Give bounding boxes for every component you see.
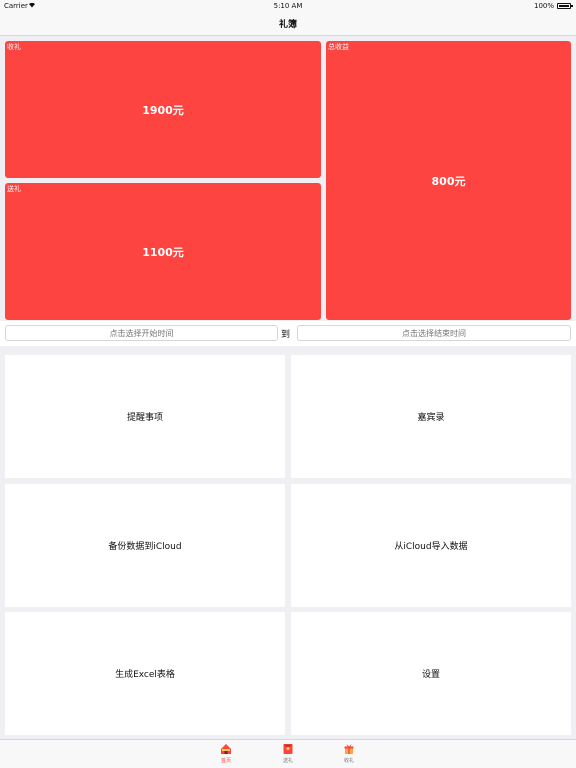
gift-box-icon	[334, 743, 364, 755]
sent-gifts-card[interactable]: 送礼 1100元	[5, 183, 321, 320]
settings-button[interactable]: 设置	[291, 612, 571, 735]
tab-receive-gift[interactable]: 收礼	[334, 743, 364, 767]
tab-home[interactable]: 首页	[211, 743, 241, 767]
section-divider	[0, 346, 576, 350]
status-time: 5:10 AM	[273, 2, 303, 10]
sent-gifts-label: 送礼	[7, 185, 21, 193]
battery-percent: 100%	[533, 2, 554, 10]
received-gifts-amount: 1900元	[142, 103, 184, 117]
export-excel-button[interactable]: 生成Excel表格	[5, 612, 285, 735]
guest-list-label: 嘉宾录	[417, 413, 445, 423]
reminders-label: 提醒事项	[126, 413, 163, 423]
start-date-input[interactable]	[5, 325, 278, 341]
red-envelope-icon	[273, 743, 303, 755]
guest-list-button[interactable]: 嘉宾录	[291, 355, 571, 478]
tab-home-label: 首页	[220, 758, 231, 764]
tab-receive-gift-label: 收礼	[343, 758, 354, 764]
end-date-input[interactable]	[297, 325, 571, 341]
status-bar: Carrier 5:10 AM 100%	[0, 0, 576, 12]
tab-send-gift[interactable]: 送礼	[273, 743, 303, 767]
battery-icon	[557, 3, 573, 9]
total-earnings-amount: 800元	[431, 174, 466, 188]
total-earnings-card[interactable]: 总收益 800元	[326, 41, 571, 320]
tab-send-gift-label: 送礼	[282, 758, 293, 764]
reminders-button[interactable]: 提醒事项	[5, 355, 285, 478]
navigation-bar: 礼簿	[0, 12, 576, 36]
settings-label: 设置	[421, 670, 440, 680]
export-excel-label: 生成Excel表格	[115, 670, 175, 680]
sent-gifts-amount: 1100元	[142, 245, 184, 259]
import-from-icloud-label: 从iCloud导入数据	[394, 542, 468, 552]
backup-to-icloud-button[interactable]: 备份数据到iCloud	[5, 484, 285, 607]
page-title: 礼簿	[278, 20, 297, 30]
backup-to-icloud-label: 备份数据到iCloud	[108, 542, 182, 552]
date-range-to-label: 到	[281, 330, 291, 340]
home-icon	[211, 743, 241, 755]
tab-bar: 首页 送礼 收礼	[0, 739, 576, 768]
received-gifts-card[interactable]: 收礼 1900元	[5, 41, 321, 178]
total-earnings-label: 总收益	[328, 43, 349, 51]
import-from-icloud-button[interactable]: 从iCloud导入数据	[291, 484, 571, 607]
received-gifts-label: 收礼	[7, 43, 21, 51]
